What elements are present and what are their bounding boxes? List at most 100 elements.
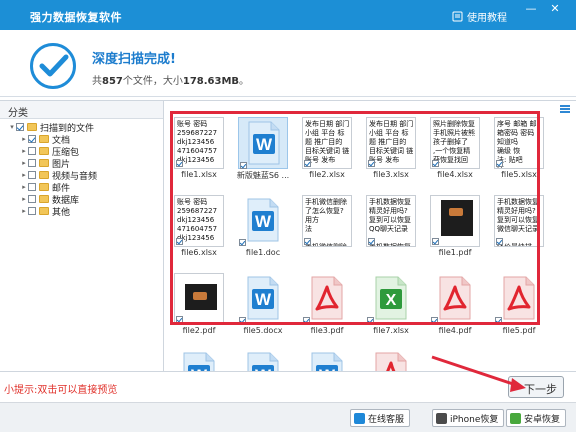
file-tile[interactable]: file1.pdf: [426, 195, 484, 261]
file-thumbnail: 照片删除恢复 手机照片被熊 孩子删掉了 ,一个恢复精 获恢复找回: [430, 117, 480, 169]
tree-item[interactable]: ▸ 图片: [0, 157, 163, 170]
next-step-button[interactable]: 下一步: [508, 376, 564, 398]
title-bar: 强力数据恢复软件 使用教程 — ✕: [0, 0, 576, 30]
file-tile[interactable]: 发布日期 部门 小组 平台 标 题 推广目的 目标关键词 链 账号 发布 file…: [362, 117, 420, 183]
file-tile[interactable]: [362, 349, 420, 371]
file-tile[interactable]: file4.pdf: [426, 273, 484, 339]
expand-icon[interactable]: ▸: [20, 147, 28, 155]
file-tile[interactable]: W: [170, 349, 228, 371]
tree-checkbox[interactable]: [28, 147, 36, 155]
collapse-icon[interactable]: ▾: [8, 123, 16, 131]
file-tile[interactable]: 手机微信删除 了怎么恢复? 用方 法 手机微信删除: [298, 195, 356, 261]
file-tile[interactable]: Wfile1.doc: [234, 195, 292, 261]
tree-checkbox[interactable]: [28, 195, 36, 203]
expand-icon[interactable]: ▸: [20, 207, 28, 215]
minimize-button[interactable]: —: [524, 2, 538, 16]
file-checkbox[interactable]: [303, 317, 310, 324]
file-checkbox[interactable]: [496, 238, 503, 245]
expand-icon[interactable]: ▸: [20, 195, 28, 203]
thumbnail-text: 发布日期 部门 小组 平台 标 题 推广目的 目标关键词 链 账号 发布: [305, 120, 350, 164]
file-tile[interactable]: file3.pdf: [298, 273, 356, 339]
tree-item-label: 其他: [52, 207, 71, 218]
expand-icon[interactable]: ▸: [20, 171, 28, 179]
word-file-icon: W: [302, 349, 352, 371]
file-tile[interactable]: 序号 邮箱 邮 箱密码 密码 知道吗 确级 恢 法: 贴吧 注file5.xls…: [490, 117, 548, 183]
close-button[interactable]: ✕: [548, 2, 562, 16]
tree-checkbox[interactable]: [28, 135, 36, 143]
file-thumbnail: 手机数据恢复 精灵好用吗? 复到可以恢复 微信聊天记录 降价最快排...: [494, 195, 544, 247]
file-tile[interactable]: 手机数据恢复 精灵好用吗? 复到可以恢复 QQ聊天记录 手机数据恢复: [362, 195, 420, 261]
tree-item[interactable]: ▾ 扫描到的文件: [0, 121, 163, 134]
file-tile[interactable]: file2.pdf: [170, 273, 228, 339]
tree-checkbox[interactable]: [16, 123, 24, 131]
scan-summary: 共857个文件，大小178.63MB。: [92, 76, 250, 87]
file-name: file5.xlsx: [501, 170, 537, 179]
app-title: 强力数据恢复软件: [30, 11, 122, 24]
file-tile[interactable]: 发布日期 部门 小组 平台 标 题 推广目的 目标关键词 链 账号 发布 file…: [298, 117, 356, 183]
file-tile[interactable]: 账号 密码 259687227 dkj123456 471604757 dkj1…: [170, 195, 228, 261]
folder-icon: [39, 183, 49, 191]
iphone-recovery-button[interactable]: iPhone恢复: [432, 409, 505, 427]
tree-checkbox[interactable]: [28, 159, 36, 167]
file-checkbox[interactable]: [304, 160, 311, 167]
file-tile[interactable]: Wfile5.docx: [234, 273, 292, 339]
tree-checkbox[interactable]: [28, 171, 36, 179]
tree-item[interactable]: ▸ 文档: [0, 133, 163, 146]
tree-item[interactable]: ▸ 数据库: [0, 193, 163, 206]
file-checkbox[interactable]: [431, 317, 438, 324]
file-checkbox[interactable]: [368, 238, 375, 245]
online-support-button[interactable]: 在线客服: [350, 409, 411, 427]
file-name: file4.xlsx: [437, 170, 473, 179]
scan-complete-title: 深度扫描完成!: [92, 52, 176, 67]
file-checkbox[interactable]: [495, 317, 502, 324]
file-checkbox[interactable]: [432, 160, 439, 167]
folder-icon: [39, 135, 49, 143]
file-checkbox[interactable]: [240, 162, 247, 169]
file-checkbox[interactable]: [176, 160, 183, 167]
file-tile[interactable]: 手机数据恢复 精灵好用吗? 复到可以恢复 微信聊天记录 降价最快排...: [490, 195, 548, 261]
help-link[interactable]: 使用教程: [452, 9, 507, 24]
thumbnail-text: 账号 密码 259687227 dkj123456 471604757 dkj1…: [177, 198, 218, 242]
file-tile[interactable]: Xfile7.xlsx: [362, 273, 420, 339]
view-toggle-icon[interactable]: [560, 105, 570, 113]
expand-icon[interactable]: ▸: [20, 135, 28, 143]
file-checkbox[interactable]: [176, 316, 183, 323]
expand-icon[interactable]: ▸: [20, 183, 28, 191]
tree-checkbox[interactable]: [28, 183, 36, 191]
file-tile[interactable]: 照片删除恢复 手机照片被熊 孩子删掉了 ,一个恢复精 获恢复找回 file4.xl…: [426, 117, 484, 183]
android-recovery-button[interactable]: 安卓恢复: [506, 409, 567, 427]
word-file-icon: W: [238, 273, 288, 325]
help-label: 使用教程: [467, 13, 507, 24]
file-checkbox[interactable]: [367, 317, 374, 324]
pdf-file-icon: [494, 273, 544, 325]
file-tile[interactable]: file5.pdf: [490, 273, 548, 339]
scan-result-header: 深度扫描完成! 共857个文件，大小178.63MB。: [0, 30, 576, 96]
file-checkbox[interactable]: [176, 238, 183, 245]
expand-icon[interactable]: ▸: [20, 159, 28, 167]
total-size: 178.63MB: [182, 76, 240, 87]
thumbnail-text: 照片删除恢复 手机照片被熊 孩子删掉了 ,一个恢复精 获恢复找回: [433, 120, 475, 164]
tree-item[interactable]: ▸ 压缩包: [0, 145, 163, 158]
footer-bar: 在线客服 iPhone恢复 安卓恢复: [0, 402, 576, 432]
file-name: 新版魅蓝S6 ...: [236, 171, 290, 180]
file-tile[interactable]: 账号 密码 259687227 dkj123456 471604757 dkj1…: [170, 117, 228, 183]
file-name: file3.pdf: [310, 326, 344, 335]
file-checkbox[interactable]: [496, 160, 503, 167]
file-tile[interactable]: W 新版魅蓝S6 ...: [234, 117, 292, 183]
thumbnail-text: 发布日期 部门 小组 平台 标 题 推广目的 目标关键词 链 账号 发布: [369, 120, 414, 164]
file-checkbox[interactable]: [432, 238, 439, 245]
file-name: file7.xlsx: [373, 326, 409, 335]
file-tile[interactable]: W: [298, 349, 356, 371]
book-icon: [452, 11, 463, 22]
tree-checkbox[interactable]: [28, 207, 36, 215]
file-checkbox[interactable]: [239, 239, 246, 246]
tree-item[interactable]: ▸ 邮件: [0, 181, 163, 194]
file-checkbox[interactable]: [239, 317, 246, 324]
tree-item[interactable]: ▸ 其他: [0, 205, 163, 218]
file-checkbox[interactable]: [304, 238, 311, 245]
file-tile[interactable]: W: [234, 349, 292, 371]
preview-tip: 小提示:双击可以直接预览: [4, 385, 118, 396]
excel-file-icon: X: [366, 273, 416, 325]
tree-item[interactable]: ▸ 视频与音频: [0, 169, 163, 182]
file-checkbox[interactable]: [368, 160, 375, 167]
